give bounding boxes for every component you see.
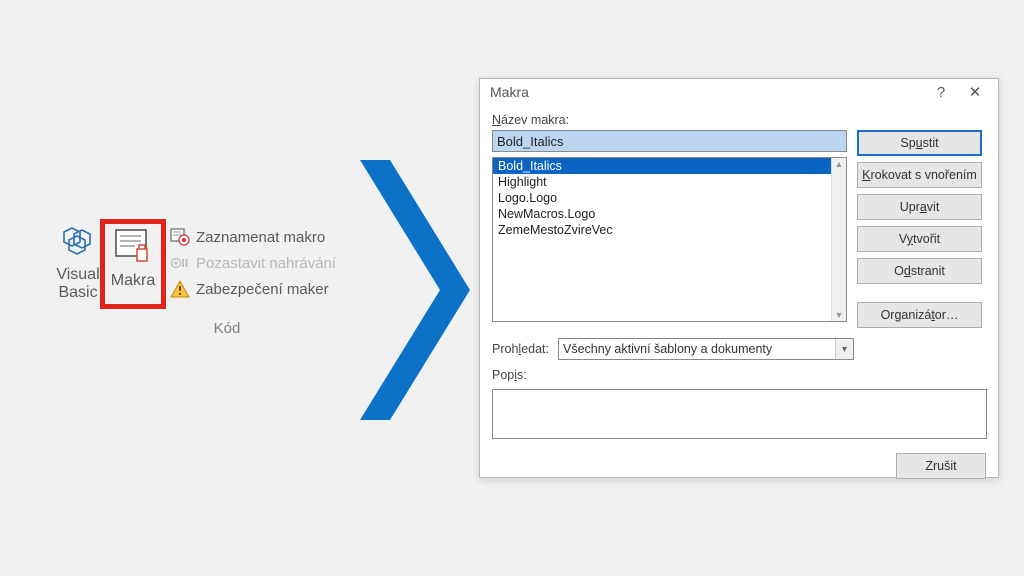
warning-icon bbox=[170, 279, 190, 299]
macro-name-input[interactable] bbox=[492, 130, 847, 152]
delete-button[interactable]: Odstranit bbox=[857, 258, 982, 284]
step-into-button[interactable]: Krokovat s vnořením bbox=[857, 162, 982, 188]
visual-basic-button[interactable]: Visual Basic bbox=[52, 225, 104, 302]
description-label: Popis: bbox=[492, 368, 986, 382]
list-item[interactable]: Bold_Italics bbox=[493, 158, 846, 174]
macros-listbox[interactable]: Bold_ItalicsHighlightLogo.LogoNewMacros.… bbox=[492, 157, 847, 322]
dialog-titlebar: Makra ? ✕ bbox=[480, 79, 998, 105]
pause-recording-label: Pozastavit nahrávání bbox=[196, 255, 336, 272]
record-macro-icon bbox=[170, 227, 190, 247]
macros-button[interactable]: Makra bbox=[106, 225, 160, 290]
macro-security-label: Zabezpečení maker bbox=[196, 281, 329, 298]
edit-button[interactable]: Upravit bbox=[857, 194, 982, 220]
macros-icon bbox=[113, 225, 153, 265]
ribbon-group-label: Kód bbox=[92, 320, 362, 337]
record-macro-button[interactable]: Zaznamenat makro bbox=[170, 227, 336, 247]
search-in-value: Všechny aktivní šablony a dokumenty bbox=[563, 342, 772, 356]
macros-dialog: Makra ? ✕ Název makra: Bold_ItalicsHighl… bbox=[479, 78, 999, 478]
listbox-scrollbar[interactable]: ▲ ▼ bbox=[831, 158, 846, 321]
dialog-title: Makra bbox=[490, 84, 924, 100]
ribbon-code-group: Visual Basic Makra bbox=[52, 225, 362, 337]
search-in-combo[interactable]: Všechny aktivní šablony a dokumenty ▾ bbox=[558, 338, 854, 360]
search-in-label: Prohledat: bbox=[492, 342, 550, 356]
record-macro-label: Zaznamenat makro bbox=[196, 229, 325, 246]
scroll-down-icon[interactable]: ▼ bbox=[835, 310, 844, 320]
macro-security-button[interactable]: Zabezpečení maker bbox=[170, 279, 336, 299]
description-box[interactable] bbox=[492, 389, 987, 439]
create-button[interactable]: Vytvořit bbox=[857, 226, 982, 252]
list-item[interactable]: NewMacros.Logo bbox=[493, 206, 846, 222]
cancel-button[interactable]: Zrušit bbox=[896, 453, 986, 479]
pause-recording-icon bbox=[170, 253, 190, 273]
arrow-graphic bbox=[360, 160, 470, 420]
run-button[interactable]: Spustit bbox=[857, 130, 982, 156]
chevron-down-icon[interactable]: ▾ bbox=[835, 339, 853, 359]
list-item[interactable]: Logo.Logo bbox=[493, 190, 846, 206]
close-button[interactable]: ✕ bbox=[958, 79, 992, 105]
help-button[interactable]: ? bbox=[924, 79, 958, 105]
macros-label: Makra bbox=[106, 272, 160, 290]
pause-recording-button: Pozastavit nahrávání bbox=[170, 253, 336, 273]
macro-name-label: Název makra: bbox=[492, 113, 986, 127]
list-item[interactable]: ZemeMestoZvireVec bbox=[493, 222, 846, 238]
visual-basic-icon bbox=[61, 225, 95, 259]
organizer-button[interactable]: Organizátor… bbox=[857, 302, 982, 328]
visual-basic-label: Visual Basic bbox=[52, 266, 104, 302]
scroll-up-icon[interactable]: ▲ bbox=[835, 159, 844, 169]
list-item[interactable]: Highlight bbox=[493, 174, 846, 190]
